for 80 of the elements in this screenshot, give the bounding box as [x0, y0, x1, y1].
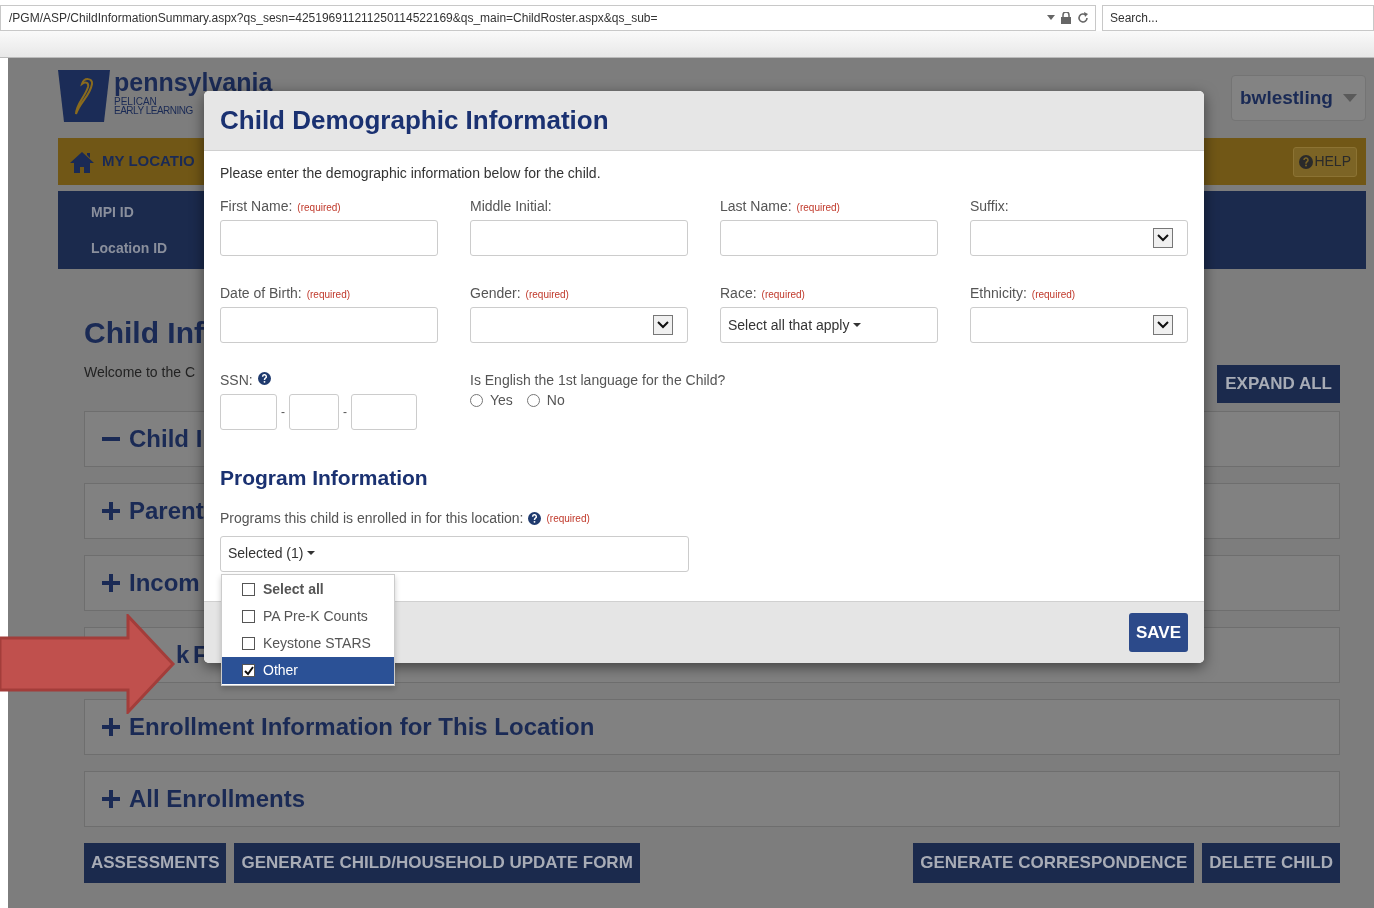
- checkbox[interactable]: [242, 610, 255, 623]
- plus-icon[interactable]: [101, 717, 121, 737]
- action-button[interactable]: DELETE CHILD: [1202, 843, 1340, 883]
- required-note: (required): [546, 511, 590, 526]
- ssn-input[interactable]: [289, 394, 339, 430]
- field-label: Gender:: [470, 284, 521, 303]
- field-label: Last Name:: [720, 197, 792, 216]
- select-field[interactable]: [970, 307, 1188, 343]
- modal-title: Child Demographic Information: [220, 104, 609, 137]
- dropdown-option[interactable]: Keystone STARS: [222, 630, 394, 657]
- multiselect-field[interactable]: Select all that apply: [720, 307, 938, 343]
- user-menu-button[interactable]: bwlestling: [1231, 75, 1366, 121]
- help-icon[interactable]: [528, 511, 542, 525]
- search-field[interactable]: Search...: [1102, 5, 1374, 31]
- url-text: /PGM/ASP/ChildInformationSummary.aspx?qs_sesn=425196911211250114522169&qs_main=ChildRoster.aspx&qs_sub=: [9, 10, 659, 27]
- required-note: (required): [761, 288, 805, 302]
- checkbox[interactable]: [242, 664, 255, 677]
- caret-icon: [853, 322, 862, 328]
- multiselect-field[interactable]: Selected (1): [220, 535, 689, 572]
- field-label: SSN:: [220, 371, 253, 390]
- radio-button[interactable]: [526, 394, 540, 407]
- caret-icon: [1343, 94, 1357, 102]
- dropdown-option[interactable]: Other: [222, 657, 394, 684]
- help-icon: [1299, 154, 1314, 169]
- id-label: MPI ID: [91, 202, 134, 222]
- dropdown-caret-icon[interactable]: [1047, 15, 1055, 21]
- required-note: (required): [1031, 288, 1076, 302]
- required-note: (required): [297, 201, 341, 215]
- ssn-input[interactable]: [220, 394, 277, 430]
- section-header[interactable]: All Enrollments: [84, 771, 1340, 827]
- text-input[interactable]: [470, 220, 688, 256]
- dropdown-option[interactable]: Select all: [222, 576, 394, 603]
- welcome-text: Welcome to the C: [84, 362, 195, 382]
- field-label: Middle Initial:: [470, 197, 552, 216]
- checkbox[interactable]: [242, 583, 255, 596]
- keystone-logo-icon: [58, 70, 110, 122]
- field-label: First Name:: [220, 197, 293, 216]
- select-field[interactable]: [470, 307, 688, 343]
- section-heading: Program Information: [220, 465, 429, 491]
- page-title: Child Inf: [84, 315, 204, 351]
- separator-dash: -: [343, 404, 347, 421]
- radio-button[interactable]: [470, 394, 483, 407]
- ssn-input[interactable]: [351, 394, 417, 430]
- select-field[interactable]: [970, 220, 1188, 256]
- plus-icon[interactable]: [101, 501, 121, 521]
- id-label: Location ID: [91, 238, 168, 258]
- field-label: Suffix:: [970, 197, 1009, 216]
- section-header[interactable]: Enrollment Information for This Location: [84, 699, 1340, 755]
- refresh-icon[interactable]: [1077, 12, 1089, 24]
- plus-icon[interactable]: [101, 573, 121, 593]
- help-icon[interactable]: [257, 371, 271, 385]
- required-note: (required): [525, 288, 569, 302]
- address-bar[interactable]: /PGM/ASP/ChildInformationSummary.aspx?qs_sesn=425196911211250114522169&qs_main=ChildRoster.aspx&qs_sub=: [0, 5, 1096, 31]
- required-note: (required): [306, 288, 351, 302]
- logo-subtitle: PELICAN: [114, 97, 157, 107]
- text-input[interactable]: [720, 220, 938, 256]
- checkbox[interactable]: [242, 637, 255, 650]
- save-button[interactable]: SAVE: [1128, 613, 1188, 652]
- field-label: Ethnicity:: [970, 284, 1027, 303]
- check-icon: [243, 665, 254, 676]
- lock-icon: [1061, 12, 1071, 24]
- expand-all-button[interactable]: EXPAND ALL: [1217, 365, 1340, 403]
- text-input[interactable]: [220, 220, 438, 256]
- field-label: Is English the 1st language for the Child?: [470, 371, 726, 390]
- required-note: (required): [796, 201, 840, 215]
- field-label: Programs this child is enrolled in for this location:: [220, 508, 524, 528]
- field-label: Race:: [720, 284, 757, 303]
- action-button[interactable]: ASSESSMENTS: [84, 843, 227, 883]
- action-button[interactable]: GENERATE CHILD/HOUSEHOLD UPDATE FORM: [234, 843, 640, 883]
- action-button[interactable]: GENERATE CORRESPONDENCE: [913, 843, 1195, 883]
- plus-icon[interactable]: [101, 789, 121, 809]
- intro-text: Please enter the demographic information below for the child.: [220, 164, 602, 183]
- radio-option[interactable]: No: [526, 390, 565, 411]
- home-icon: [70, 150, 94, 173]
- separator-dash: -: [281, 404, 285, 421]
- radio-option[interactable]: Yes: [470, 390, 513, 411]
- dropdown-option[interactable]: PA Pre-K Counts: [222, 603, 394, 630]
- text-input[interactable]: [220, 307, 438, 343]
- field-label: Date of Birth:: [220, 284, 302, 303]
- logo-subtitle: EARLY LEARNING: [114, 106, 193, 116]
